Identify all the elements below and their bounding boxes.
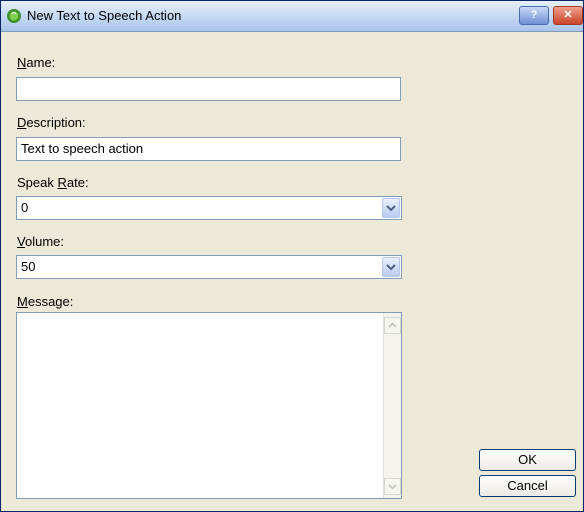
speak-rate-label: Speak Rate: [17,175,89,190]
name-label: Name: [17,55,56,70]
volume-label: Volume: [17,234,64,249]
chevron-down-icon[interactable] [382,257,400,277]
speech-app-icon [7,9,21,23]
message-scrollbar[interactable] [383,313,401,498]
ok-button[interactable]: OK [479,449,576,471]
scroll-up-arrow-icon[interactable] [384,317,401,334]
message-label: Message: [17,294,74,309]
volume-select[interactable]: 50 [16,255,402,279]
cancel-button[interactable]: Cancel [479,475,576,497]
speak-rate-select[interactable]: 0 [16,196,402,220]
name-input[interactable] [16,77,401,101]
title-bar[interactable]: New Text to Speech Action ? ✕ [1,1,583,32]
dialog-window: New Text to Speech Action ? ✕ Name: Desc… [0,0,584,512]
message-textarea[interactable] [16,312,402,499]
speak-rate-value: 0 [21,200,29,215]
description-input[interactable]: Text to speech action [16,137,401,161]
description-label: Description: [17,115,86,130]
close-button[interactable]: ✕ [553,6,583,25]
scroll-down-arrow-icon[interactable] [384,478,401,495]
volume-value: 50 [21,259,36,274]
chevron-down-icon[interactable] [382,198,400,218]
help-button[interactable]: ? [519,6,549,25]
window-title: New Text to Speech Action [27,8,182,23]
